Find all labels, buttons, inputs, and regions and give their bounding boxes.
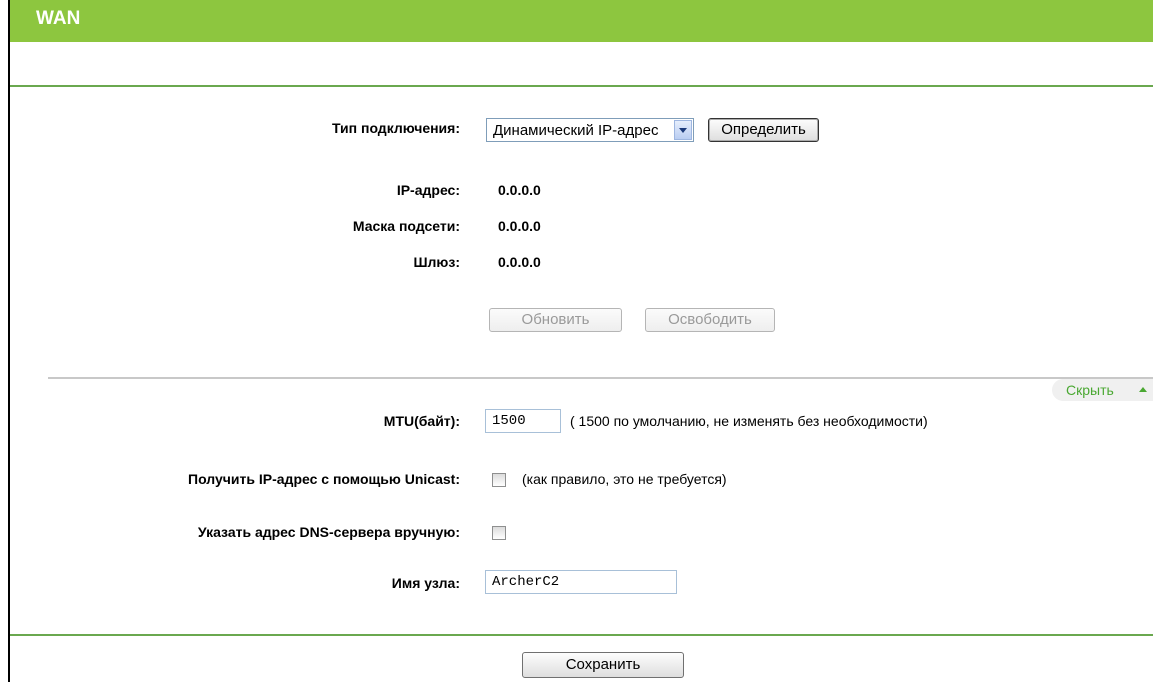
subnet-mask-label: Маска подсети:: [352, 218, 460, 234]
page-title: WAN: [36, 8, 81, 29]
mtu-label: MTU(байт):: [383, 413, 460, 429]
connection-type-label: Тип подключения:: [332, 120, 460, 136]
ip-address-label: IP-адрес:: [396, 182, 460, 198]
release-button[interactable]: Освободить: [645, 308, 775, 332]
subnet-mask-value: 0.0.0.0: [498, 218, 541, 234]
hostname-input[interactable]: [485, 570, 677, 594]
header-bar: WAN: [10, 0, 1153, 42]
connection-type-value: Динамический IP-адрес: [493, 122, 659, 139]
bottom-divider: [10, 634, 1153, 636]
mtu-input[interactable]: [485, 409, 561, 433]
manual-dns-checkbox[interactable]: [492, 526, 506, 540]
hostname-label: Имя узла:: [391, 575, 460, 591]
unicast-hint: (как правило, это не требуется): [522, 471, 727, 487]
chevron-down-icon[interactable]: [674, 120, 692, 140]
mtu-hint: ( 1500 по умолчанию, не изменять без нео…: [570, 413, 928, 429]
advanced-divider: [48, 377, 1153, 379]
connection-type-select[interactable]: Динамический IP-адрес: [486, 118, 694, 142]
hide-advanced-toggle[interactable]: Скрыть: [1052, 379, 1153, 401]
gateway-label: Шлюз:: [413, 254, 460, 270]
detect-button[interactable]: Определить: [708, 118, 819, 142]
save-button[interactable]: Сохранить: [522, 652, 684, 678]
unicast-label: Получить IP-адрес с помощью Unicast:: [188, 471, 460, 487]
ip-address-value: 0.0.0.0: [498, 182, 541, 198]
chevron-up-icon: [1139, 387, 1147, 392]
hide-advanced-label: Скрыть: [1066, 382, 1114, 398]
unicast-checkbox[interactable]: [492, 473, 506, 487]
renew-button[interactable]: Обновить: [489, 308, 622, 332]
manual-dns-label: Указать адрес DNS-сервера вручную:: [197, 524, 460, 540]
gateway-value: 0.0.0.0: [498, 254, 541, 270]
top-divider: [10, 85, 1153, 87]
